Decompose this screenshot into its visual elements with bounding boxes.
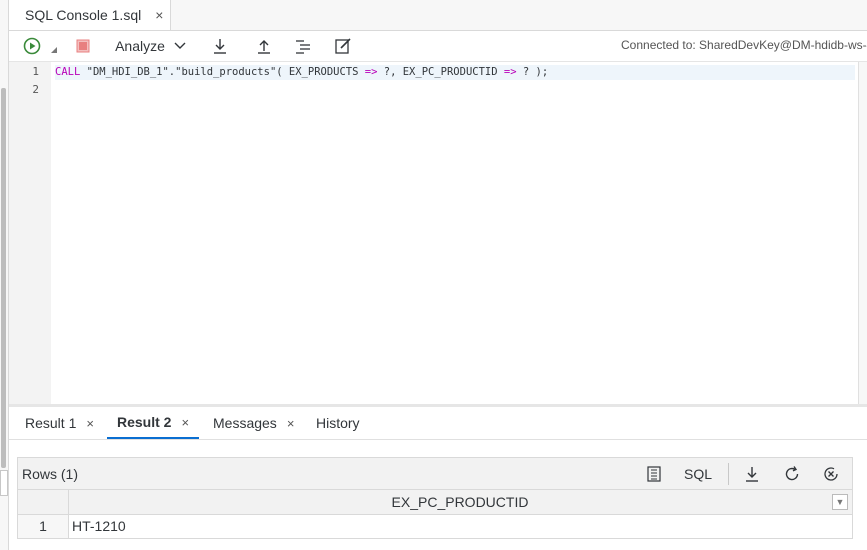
download-icon xyxy=(214,39,226,54)
left-edge-panel xyxy=(0,0,9,550)
code-text: ?, EX_PC_PRODUCTID xyxy=(377,66,504,78)
format-lines-icon xyxy=(296,40,310,54)
arrow-operator: => xyxy=(503,66,517,78)
result-toolbar: Rows (1) SQL xyxy=(17,457,853,490)
code-text: "DM_HDI_DB_1"."build_products"( EX_PRODU… xyxy=(80,66,365,78)
tab-messages[interactable]: Messages × xyxy=(213,407,294,439)
stop-button[interactable] xyxy=(75,35,91,57)
code-line-1[interactable]: CALL "DM_HDI_DB_1"."build_products"( EX_… xyxy=(55,66,548,78)
clear-results-button[interactable] xyxy=(820,464,842,484)
upload-button[interactable] xyxy=(253,35,275,57)
keyword-call: CALL xyxy=(55,66,81,78)
row-index-header xyxy=(18,490,69,514)
column-header[interactable]: EX_PC_PRODUCTID xyxy=(68,490,852,514)
column-list-icon xyxy=(647,466,661,482)
row-index: 1 xyxy=(18,515,69,538)
run-options-button[interactable] xyxy=(49,45,59,55)
tab-label: Result 2 xyxy=(117,414,172,430)
corner-triangle-icon xyxy=(51,47,57,53)
tab-result-1[interactable]: Result 1 × xyxy=(25,407,94,439)
column-settings-button[interactable] xyxy=(644,464,664,484)
editor-toolbar: Analyze Connected to: SharedDevKey@DM-hd… xyxy=(9,31,867,62)
table-cell[interactable]: HT-1210 xyxy=(72,515,126,538)
table-header: EX_PC_PRODUCTID ▼ xyxy=(17,490,853,515)
arrow-operator: => xyxy=(364,66,378,78)
upload-icon xyxy=(258,40,270,54)
edit-pencil-icon xyxy=(335,38,351,54)
analyze-label: Analyze xyxy=(115,38,165,54)
filter-icon[interactable]: ▼ xyxy=(832,494,848,510)
toolbar-separator xyxy=(728,463,729,485)
chevron-down-icon xyxy=(174,42,186,49)
left-scrollbar[interactable] xyxy=(1,88,6,468)
result-tab-bar: Result 1 × Result 2 × Messages × History xyxy=(9,407,867,440)
result-panel: Rows (1) SQL EX_PC_PRODUCTID ▼ 1 HT-1210 xyxy=(9,440,867,550)
stop-icon xyxy=(76,39,90,53)
close-icon[interactable]: × xyxy=(86,416,94,431)
edit-button[interactable] xyxy=(332,35,354,57)
download-results-button[interactable] xyxy=(741,464,763,484)
code-text: ? ); xyxy=(516,66,549,78)
editor-tab-bar: SQL Console 1.sql × xyxy=(9,0,867,31)
row-count: Rows (1) xyxy=(22,466,79,482)
tab-title: SQL Console 1.sql xyxy=(25,7,142,23)
line-number: 2 xyxy=(32,83,39,96)
tab-label: History xyxy=(316,415,360,431)
left-panel-stub xyxy=(0,470,8,496)
tab-label: Messages xyxy=(213,415,277,431)
line-number: 1 xyxy=(32,65,39,78)
line-number-gutter: 1 2 xyxy=(9,62,51,404)
close-icon[interactable]: × xyxy=(155,7,163,23)
download-button[interactable] xyxy=(209,35,231,57)
close-icon[interactable]: × xyxy=(287,416,295,431)
refresh-button[interactable] xyxy=(781,464,803,484)
connection-status: Connected to: SharedDevKey@DM-hdidb-ws-4 xyxy=(621,38,867,52)
sql-button[interactable]: SQL xyxy=(680,464,716,484)
tab-history[interactable]: History xyxy=(316,407,360,439)
download-icon xyxy=(746,467,758,482)
tab-label: Result 1 xyxy=(25,415,77,431)
format-button[interactable] xyxy=(292,35,314,57)
table-row[interactable]: 1 HT-1210 xyxy=(17,515,853,539)
close-icon[interactable]: × xyxy=(181,415,189,430)
refresh-icon xyxy=(785,466,799,481)
tab-result-2[interactable]: Result 2 × xyxy=(107,407,200,439)
run-icon xyxy=(23,37,41,55)
run-button[interactable] xyxy=(21,35,43,57)
analyze-dropdown[interactable]: Analyze xyxy=(113,35,189,57)
tab-sql-console[interactable]: SQL Console 1.sql × xyxy=(9,0,171,30)
clear-circle-icon xyxy=(824,467,838,481)
sql-editor[interactable]: 1 2 CALL "DM_HDI_DB_1"."build_products"(… xyxy=(9,62,858,404)
editor-scrollbar[interactable] xyxy=(858,62,867,404)
